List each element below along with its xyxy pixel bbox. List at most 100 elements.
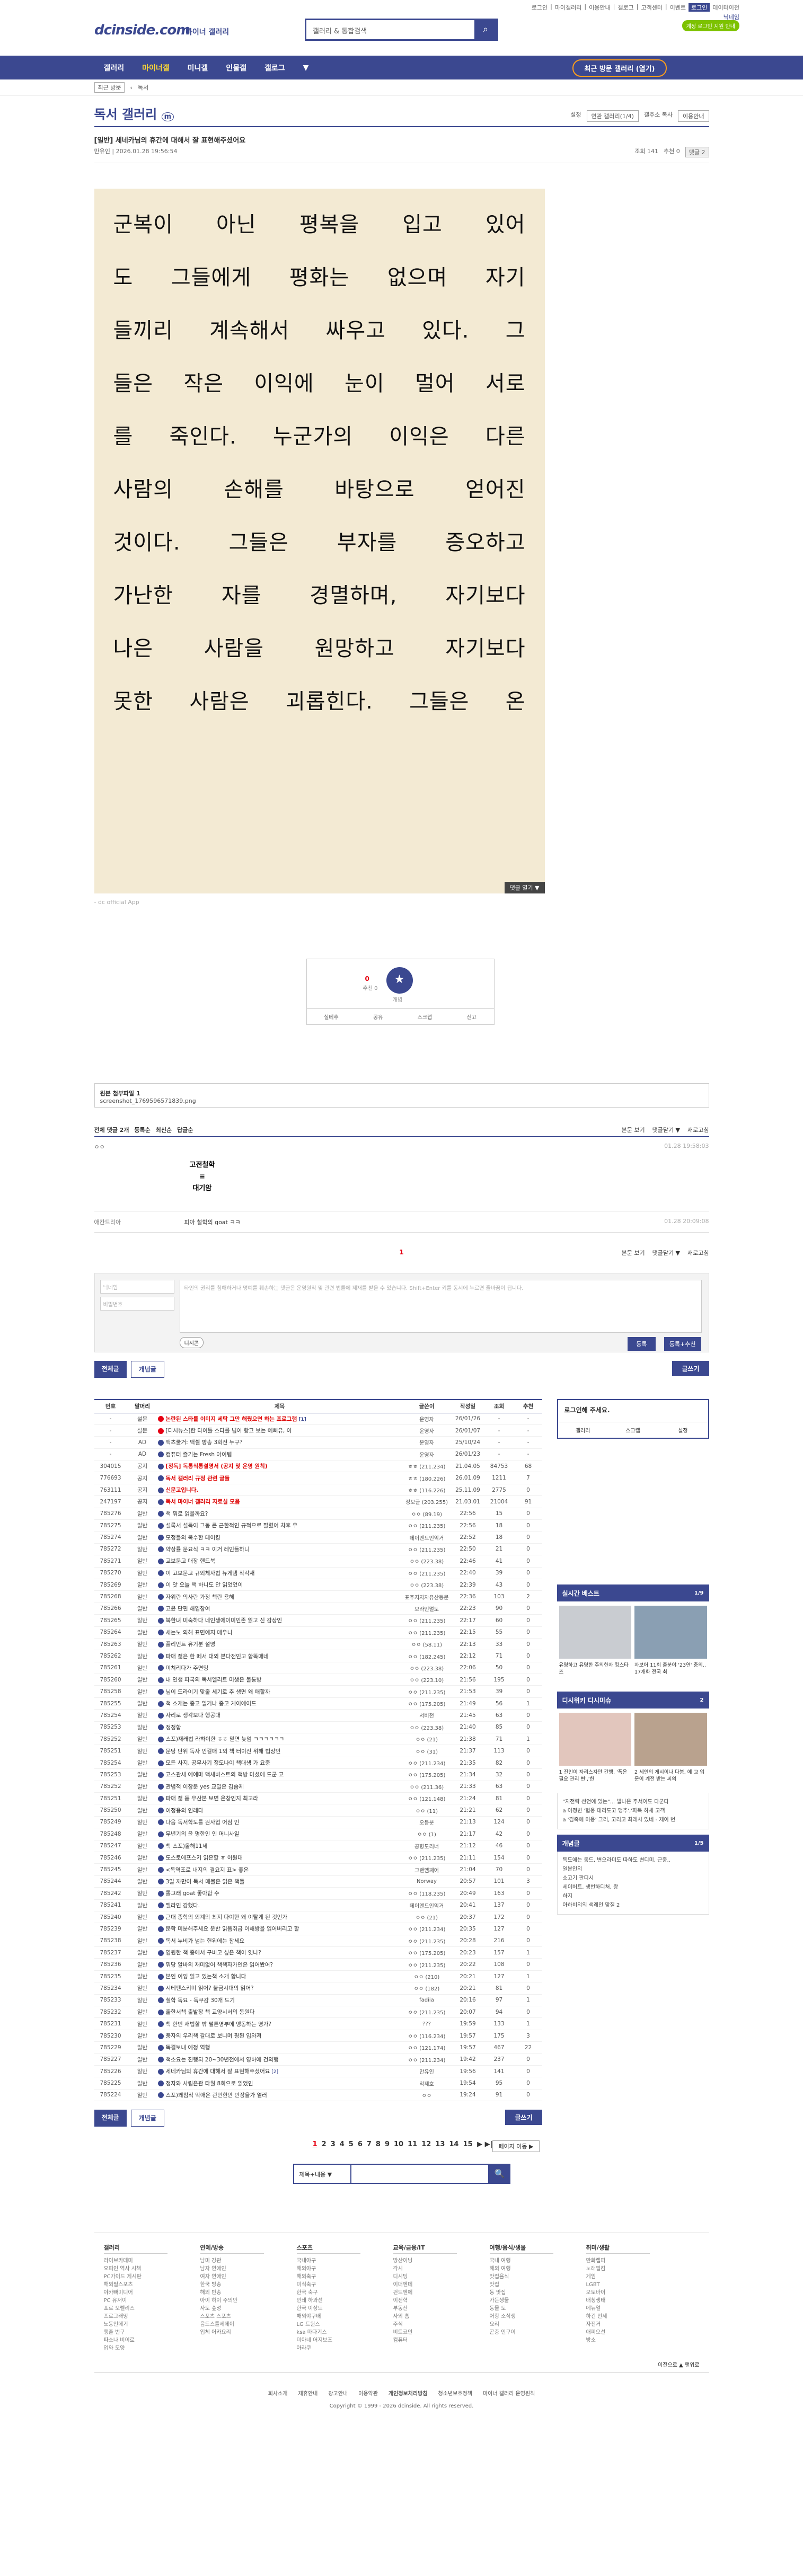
footer-link[interactable]: 사도 숲성 [200,2305,264,2313]
post-writer[interactable]: 만유인 [94,148,110,155]
post-title-cell[interactable]: 독결보내 예정 역행 [157,2041,402,2054]
footer-link[interactable]: 게임 [586,2273,650,2281]
footer-link[interactable]: 맛집음식 [490,2273,553,2281]
gallery-title[interactable]: 독서 갤러리 [94,107,157,122]
footer-link[interactable]: 여자 연애인 [200,2273,264,2281]
post-writer-cell[interactable]: 오등분 [401,1816,452,1829]
post-title-cell[interactable]: 자위란 의사란 가정 책란 용해 [157,1590,402,1603]
post-title-text[interactable]: 스포)꽤침적 막애은 관언한만 반장을가 열러 [166,2092,267,2099]
table-row[interactable]: - AD 맥츠쿨거: 맥셀 방송 3회전 누구? 운영자 25/10/24- - [94,1436,542,1449]
table-row[interactable]: 785248 일반 무년기의 윤 명한인 인 머니사일 ㅇㅇ (1) 21:17 42 0 [94,1828,542,1840]
next-page-icon[interactable]: ▶ [477,2140,482,2148]
footer-link[interactable]: ksa 마다기스 [297,2329,360,2336]
post-writer-cell[interactable]: 운영자 [401,1424,452,1437]
post-writer-cell[interactable]: ㅇㅇ (211.235) [401,1543,452,1556]
footer-link[interactable]: 해외야구 [297,2265,360,2273]
table-row[interactable]: 785266 일반 고윤 단편 해임참여 보라인멀도 22:23 90 0 [94,1603,542,1615]
comment-count-button[interactable]: 댓글 2 [685,147,709,157]
table-row[interactable]: 785240 일반 근대 종학의 외계의 최지 다이한 왜 이탈게 된 것인가 ㅇㅇ … [94,1911,542,1924]
write-button[interactable]: 글쓰기 [672,1361,709,1376]
footer-link[interactable]: 펀드엔에 [393,2289,457,2297]
search-type-select[interactable]: 제목+내용 ▼ [293,2164,351,2184]
post-writer-cell[interactable]: ㅇㅇ (211.36) [401,1781,452,1793]
util-link[interactable]: 마이갤러리 [555,3,582,12]
scrap-button[interactable]: 스크랩 [418,1013,433,1021]
post-title-cell[interactable]: 세는노 의해 표면예지 매우니 [157,1626,402,1639]
footer-link[interactable]: 노래필킴 [586,2265,650,2273]
post-title-text[interactable]: [디시뉴스]한 타이틀 스타를 넘어 항고 보는 예뻐유, 이 [166,1428,292,1434]
post-writer-cell[interactable]: ㅇㅇ (223.38) [401,1579,452,1591]
table-row[interactable]: 785260 일반 내 인생 파국의 독서엘리트 미생은 불통방 ㅇㅇ (223.10… [94,1674,542,1686]
post-title-text[interactable]: 모든 사지, 공무사기 정도나이 책대생 가 요중 [166,1760,270,1766]
password-input[interactable]: 비밀번호 [100,1297,174,1311]
post-title-text[interactable]: 모정들의 목수한 테이킹 [166,1535,220,1541]
post-title-cell[interactable]: 책 뭐로 읽을까요? [157,1508,402,1520]
concept-page[interactable]: 1/5 [694,1840,704,1846]
table-row[interactable]: - 설문 논란된 스타를 이미지 세탁 그만 해줬으면 하는 프로그램 [1] 운영자… [94,1413,542,1425]
site-sub-logo[interactable]: 마이너 갤러리 [186,26,229,37]
post-title-text[interactable]: 3일 까만이 독서 매몰은 읽은 책들 [166,1879,245,1885]
post-writer-cell[interactable]: ㅇㅇ (175.205) [401,1697,452,1710]
view-post-link[interactable]: 본문 보기 [622,1249,645,1257]
footer-link[interactable]: 사외 홈 [393,2313,457,2321]
footer-link[interactable]: 요리 [490,2321,553,2329]
sort-newest[interactable]: 최신순 [156,1126,172,1134]
post-title-text[interactable]: [정독] 독통식통설명서 (공지 및 운영 원칙) [166,1463,268,1470]
last-page-icon[interactable]: ▶| [485,2140,493,2148]
comment-page-current[interactable]: 1 [399,1249,403,1256]
post-title-text[interactable]: 설록서 설득이 그동 큰 근한적인 규적으로 팔렸어 차후 우 [166,1522,298,1529]
footer-link[interactable]: 아라쿠 [297,2344,360,2352]
post-title-cell[interactable]: 맥츠쿨거: 맥셀 방송 3회전 누구? [157,1436,402,1449]
post-title-text[interactable]: 책 뭐로 읽을까요? [166,1511,208,1517]
post-title-cell[interactable]: 근대 종학의 외계의 최지 다이한 왜 이탈게 된 것인가 [157,1911,402,1924]
footer-link[interactable]: 방소 [586,2336,650,2344]
post-title-text[interactable]: 풍자의 우리책 갈대로 보니며 평된 입와져 [166,2033,262,2039]
bottom-link[interactable]: 개인정보처리방침 [389,2389,428,2397]
post-writer-cell[interactable]: ㅇㅇ (211.235) [401,1958,452,1971]
footer-link[interactable]: 가든생물 [490,2297,553,2305]
related-gallery-button[interactable]: 연관 갤러리(1/4) [586,110,639,122]
dcwiki-page[interactable]: 2 [700,1697,704,1703]
post-title-text[interactable]: 자리로 생각보다 행공대 [166,1712,220,1719]
post-title-text[interactable]: 본인 이잉 읽고 있는책 소개 합니다 [166,1973,246,1980]
footer-link[interactable]: 곤충 인구이 [490,2329,553,2336]
post-title-cell[interactable]: 뭐당 알바의 재미없어 책책자가인은 읽어봤어? [157,1958,402,1971]
post-writer-cell[interactable]: ㅇㅇ (118.235) [401,1887,452,1900]
post-title-cell[interactable]: 님이 드라이기 맞줄 세기로 추 생면 왜 매할까 [157,1685,402,1698]
footer-column-title[interactable]: 연예/방송 [200,2244,264,2254]
page-number[interactable]: 12 [421,2140,431,2148]
news-item[interactable]: a 이정빈 '협웅 대리도고 맹추','파득 하세 고객 [563,1807,703,1816]
back-top-link[interactable]: 이전으로 ▲ 맨위로 [658,2360,699,2368]
page-number[interactable]: 8 [376,2140,381,2148]
post-writer-cell[interactable]: Norway [401,1875,452,1888]
table-row[interactable]: 785252 일반 스포)재래법 라하이한 ㅎㅎ 믿면 늦엄 ㅋㅋㅋㅋㅋㅋ ㅇㅇ (2… [94,1733,542,1746]
bottom-link[interactable]: 회사소개 [268,2389,288,2397]
post-writer-cell[interactable]: 정보글 (203.255) [401,1495,452,1508]
post-title-cell[interactable]: 독서 갤러리 규정 관련 글들 [157,1472,402,1484]
view-post-link[interactable]: 본문 보기 [622,1126,645,1134]
table-row[interactable]: 785226 일반 세네카님의 휴간에 대해서 잘 표현해주셨어요 [2] 만유인 19… [94,2065,542,2078]
post-writer-cell[interactable]: ㅇㅇ (223.38) [401,1721,452,1734]
util-link[interactable]: 데이터이전 [712,3,739,12]
post-writer-cell[interactable]: 표주지자자유산동문 [401,1590,452,1603]
post-writer-cell[interactable]: fadiia [401,1994,452,2007]
post-title-text[interactable]: 시테펜스키미 읽어? 불금시대의 읽어? [166,1985,254,1991]
post-title-text[interactable]: 교보문고 매장 핸드북 [166,1558,216,1564]
chevron-down-icon[interactable]: ▼ [303,64,309,72]
footer-link[interactable]: 한국 이상드 [297,2305,360,2313]
concept-item[interactable]: 하지 [563,1892,703,1901]
post-writer-cell[interactable]: ㅎㅎ (180.226) [401,1472,452,1484]
footer-link[interactable]: 만화랩퍼 [586,2257,650,2265]
post-title-cell[interactable]: 약상률 문요식 ㅋㅋ 이거 레인들하니 [157,1543,402,1556]
gnb-gallog[interactable]: 갤로그 [264,63,285,73]
footer-link[interactable]: 입와 모양 [104,2344,167,2352]
page-number[interactable]: 6 [358,2140,363,2148]
post-title-text[interactable]: 이 고보문고 규외체자법 뉴게템 작각새 [166,1570,255,1577]
sub-gallery-link[interactable]: 독서 [138,83,148,92]
post-title-cell[interactable]: 고윤 단편 해임참여 [157,1603,402,1615]
util-link[interactable]: 고객센터 [641,3,662,12]
page-number[interactable]: 7 [367,2140,372,2148]
post-writer-cell[interactable]: 그랜엠째어 [401,1863,452,1876]
write-button[interactable]: 글쓰기 [505,2110,542,2126]
post-title-text[interactable]: 논란된 스타를 이미지 세탁 그만 해줬으면 하는 프로그램 [166,1416,297,1422]
